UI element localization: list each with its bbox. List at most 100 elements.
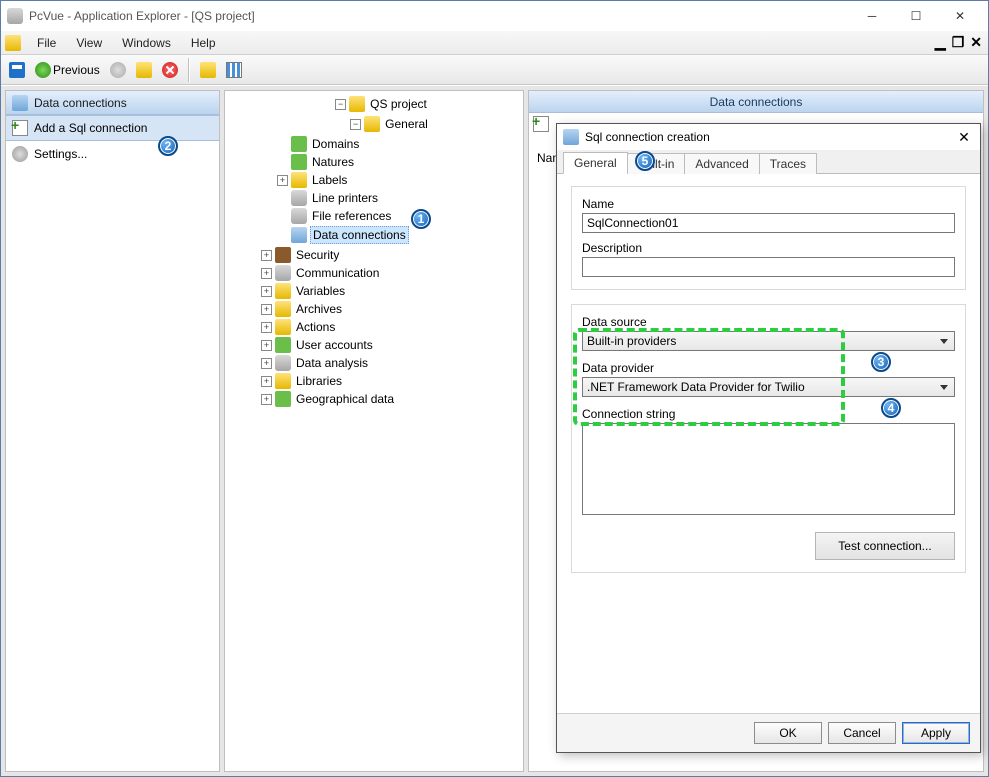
project-icon	[349, 96, 365, 112]
open-folder-button[interactable]	[132, 58, 156, 82]
tree-general[interactable]: General	[383, 116, 430, 132]
side-panel-header: Data connections	[6, 91, 219, 115]
tree-security[interactable]: Security	[294, 247, 341, 263]
tree-data-connections[interactable]: Data connections	[310, 226, 409, 244]
window-close-button[interactable]: ✕	[938, 2, 982, 30]
menu-windows[interactable]: Windows	[112, 34, 181, 52]
dialog-button-row: OK Cancel Apply	[557, 713, 980, 752]
back-button[interactable]: Previous	[31, 58, 104, 82]
domains-icon	[291, 136, 307, 152]
data-analysis-icon	[275, 355, 291, 371]
tree-line-printers[interactable]: Line printers	[310, 190, 380, 206]
titlebar: PcVue - Application Explorer - [QS proje…	[1, 1, 988, 31]
expander-icon[interactable]: +	[261, 358, 272, 369]
tree-labels[interactable]: Labels	[310, 172, 349, 188]
callout-badge-1: 1	[411, 209, 431, 229]
label-data-provider: Data provider	[582, 361, 955, 375]
explorer-tree[interactable]: −QS project −General Domains Natures +La…	[224, 90, 524, 772]
label-description: Description	[582, 241, 955, 255]
menu-file[interactable]: File	[27, 34, 66, 52]
save-button[interactable]	[5, 58, 29, 82]
tree-natures[interactable]: Natures	[310, 154, 356, 170]
textarea-connection-string[interactable]	[582, 423, 955, 515]
combo-data-provider-value: .NET Framework Data Provider for Twilio	[587, 380, 805, 394]
tree-variables[interactable]: Variables	[294, 283, 347, 299]
input-description[interactable]	[582, 257, 955, 277]
expander-icon[interactable]: +	[261, 286, 272, 297]
expander-icon[interactable]: −	[335, 99, 346, 110]
expander-icon[interactable]: +	[261, 304, 272, 315]
action-settings[interactable]: Settings...	[6, 141, 219, 167]
tree-communication[interactable]: Communication	[294, 265, 381, 281]
menu-view[interactable]: View	[66, 34, 112, 52]
cancel-button[interactable]: Cancel	[828, 722, 896, 744]
tree-geographical[interactable]: Geographical data	[294, 391, 396, 407]
tree-archives[interactable]: Archives	[294, 301, 344, 317]
back-arrow-icon	[35, 62, 51, 78]
group-provider: Data source Built-in providers Data prov…	[571, 304, 966, 573]
geographical-icon	[275, 391, 291, 407]
expander-icon[interactable]: −	[350, 119, 361, 130]
tree-libraries[interactable]: Libraries	[294, 373, 344, 389]
expander-icon[interactable]: +	[261, 340, 272, 351]
tab-traces[interactable]: Traces	[759, 153, 817, 174]
combo-data-provider[interactable]: .NET Framework Data Provider for Twilio	[582, 377, 955, 397]
expander-icon[interactable]: +	[261, 250, 272, 261]
windows-icon	[200, 62, 216, 78]
dialog-titlebar: Sql connection creation ✕	[557, 124, 980, 150]
libraries-icon	[275, 373, 291, 389]
back-label: Previous	[53, 63, 100, 77]
action-add-sql-connection[interactable]: Add a Sql connection	[6, 115, 219, 141]
apply-button[interactable]: Apply	[902, 722, 970, 744]
combo-data-source[interactable]: Built-in providers	[582, 331, 955, 351]
label-data-source: Data source	[582, 315, 955, 329]
callout-badge-5: 5	[635, 151, 655, 171]
security-icon	[275, 247, 291, 263]
gear-icon	[12, 146, 28, 162]
callout-badge-2: 2	[158, 136, 178, 156]
input-name[interactable]	[582, 213, 955, 233]
expander-icon[interactable]: +	[277, 175, 288, 186]
ok-button[interactable]: OK	[754, 722, 822, 744]
folder-open-icon	[136, 62, 152, 78]
expander-icon[interactable]: +	[261, 394, 272, 405]
window-minimize-button[interactable]: ─	[850, 2, 894, 30]
variables-icon	[275, 283, 291, 299]
folder-icon	[364, 116, 380, 132]
dialog-title: Sql connection creation	[585, 130, 948, 144]
add-icon[interactable]	[533, 116, 549, 132]
tab-advanced[interactable]: Advanced	[684, 153, 759, 174]
expander-icon[interactable]: +	[261, 268, 272, 279]
forward-arrow-icon	[110, 62, 126, 78]
sql-connection-creation-dialog: Sql connection creation ✕ General Built-…	[556, 123, 981, 753]
mdi-close-button[interactable]: ✕	[970, 34, 982, 51]
mdi-minimize-button[interactable]: ▁	[935, 34, 946, 51]
data-connections-icon	[12, 95, 28, 111]
window-maximize-button[interactable]: ☐	[894, 2, 938, 30]
side-panel: Data connections Add a Sql connection Se…	[5, 90, 220, 772]
action-label: Add a Sql connection	[34, 121, 147, 135]
data-connections-icon	[291, 227, 307, 243]
menu-help[interactable]: Help	[181, 34, 226, 52]
windows-folder-button[interactable]	[196, 58, 220, 82]
communication-icon	[275, 265, 291, 281]
expander-icon[interactable]: +	[261, 322, 272, 333]
dialog-close-button[interactable]: ✕	[954, 129, 974, 146]
stop-button[interactable]	[158, 58, 182, 82]
menubar: File View Windows Help ▁ ❐ ✕	[1, 31, 988, 55]
mdi-restore-button[interactable]: ❐	[952, 34, 965, 51]
forward-button[interactable]	[106, 58, 130, 82]
tab-general[interactable]: General	[563, 152, 628, 174]
user-accounts-icon	[275, 337, 291, 353]
tree-data-analysis[interactable]: Data analysis	[294, 355, 370, 371]
tree-user-accounts[interactable]: User accounts	[294, 337, 375, 353]
tree-file-references[interactable]: File references	[310, 208, 393, 224]
expander-icon[interactable]: +	[261, 376, 272, 387]
view-mode-button[interactable]	[222, 58, 246, 82]
test-connection-button[interactable]: Test connection...	[815, 532, 955, 560]
tree-root[interactable]: QS project	[368, 96, 429, 112]
combo-data-source-value: Built-in providers	[587, 334, 676, 348]
tree-domains[interactable]: Domains	[310, 136, 361, 152]
content-header: Data connections	[529, 91, 983, 113]
tree-actions[interactable]: Actions	[294, 319, 337, 335]
